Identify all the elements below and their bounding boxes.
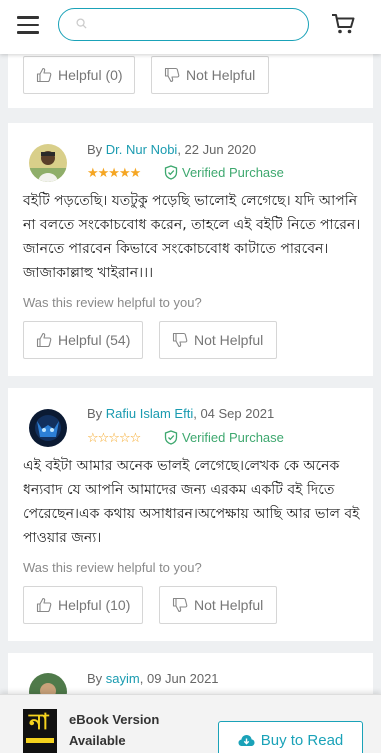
- shield-check-icon: [164, 430, 178, 445]
- review-author-line: By sayim, 09 Jun 2021: [87, 671, 219, 686]
- avatar: [29, 409, 67, 447]
- review-text: বইটি পড়তেছি। যতটুকু পড়েছি ভালোই লেগেছে…: [23, 193, 361, 281]
- thumbs-down-icon: [164, 67, 180, 83]
- helpful-question: Was this review helpful to you?: [23, 560, 202, 575]
- not-helpful-button[interactable]: Not Helpful: [159, 321, 277, 359]
- ebook-bar: না eBook Version Available Buy to Read: [0, 694, 381, 753]
- author-link[interactable]: sayim: [106, 671, 140, 686]
- review-date: , 22 Jun 2020: [177, 142, 257, 157]
- thumbs-up-icon: [36, 67, 52, 83]
- review-author-line: By Rafiu Islam Efti, 04 Sep 2021: [87, 406, 274, 421]
- helpful-label: Helpful (10): [58, 597, 131, 613]
- verified-label: Verified Purchase: [182, 430, 284, 445]
- thumbs-down-icon: [172, 597, 188, 613]
- buy-to-read-button[interactable]: Buy to Read: [218, 721, 363, 753]
- helpful-question: Was this review helpful to you?: [23, 295, 202, 310]
- helpful-button[interactable]: Helpful (0): [23, 56, 135, 94]
- by-label: By: [87, 671, 103, 686]
- ebook-cover-image: না: [23, 709, 57, 753]
- cloud-download-icon: [238, 734, 255, 746]
- top-bar: [0, 0, 381, 54]
- not-helpful-label: Not Helpful: [194, 332, 264, 348]
- avatar: [29, 144, 67, 182]
- thumbs-up-icon: [36, 597, 52, 613]
- thumbs-down-icon: [172, 332, 188, 348]
- helpful-label: Helpful (54): [58, 332, 131, 348]
- search-icon: [76, 18, 87, 29]
- review-card: By Rafiu Islam Efti, 04 Sep 2021 ☆☆☆☆☆ V…: [8, 388, 373, 641]
- search-box[interactable]: [58, 8, 309, 41]
- rating-stars: ★★★★★: [87, 165, 141, 180]
- not-helpful-button[interactable]: Not Helpful: [151, 56, 269, 94]
- rating-stars: ☆☆☆☆☆: [87, 430, 141, 445]
- author-link[interactable]: Dr. Nur Nobi: [106, 142, 178, 157]
- verified-label: Verified Purchase: [182, 165, 284, 180]
- cart-icon[interactable]: [331, 13, 355, 35]
- shield-check-icon: [164, 165, 178, 180]
- review-card: By Dr. Nur Nobi, 22 Jun 2020 ★★★★★ Verif…: [8, 123, 373, 376]
- review-date: , 04 Sep 2021: [193, 406, 275, 421]
- hamburger-icon[interactable]: [17, 16, 39, 34]
- review-date: , 09 Jun 2021: [139, 671, 219, 686]
- search-input[interactable]: [95, 15, 295, 35]
- verified-badge: Verified Purchase: [164, 430, 284, 445]
- thumbs-up-icon: [36, 332, 52, 348]
- helpful-button[interactable]: Helpful (54): [23, 321, 143, 359]
- not-helpful-label: Not Helpful: [186, 67, 256, 83]
- author-link[interactable]: Rafiu Islam Efti: [106, 406, 193, 421]
- helpful-label: Helpful (0): [58, 67, 123, 83]
- review-author-line: By Dr. Nur Nobi, 22 Jun 2020: [87, 142, 256, 157]
- not-helpful-label: Not Helpful: [194, 597, 264, 613]
- ebook-availability: eBook Version Available: [69, 712, 160, 748]
- by-label: By: [87, 406, 103, 421]
- not-helpful-button[interactable]: Not Helpful: [159, 586, 277, 624]
- buy-to-read-label: Buy to Read: [260, 731, 344, 749]
- helpful-button[interactable]: Helpful (10): [23, 586, 143, 624]
- review-text: এই বইটা আমার অনেক ভালই লেগেছে।লেখক কে অন…: [23, 458, 360, 546]
- by-label: By: [87, 142, 103, 157]
- verified-badge: Verified Purchase: [164, 165, 284, 180]
- ebook-cover-title: না: [29, 710, 49, 735]
